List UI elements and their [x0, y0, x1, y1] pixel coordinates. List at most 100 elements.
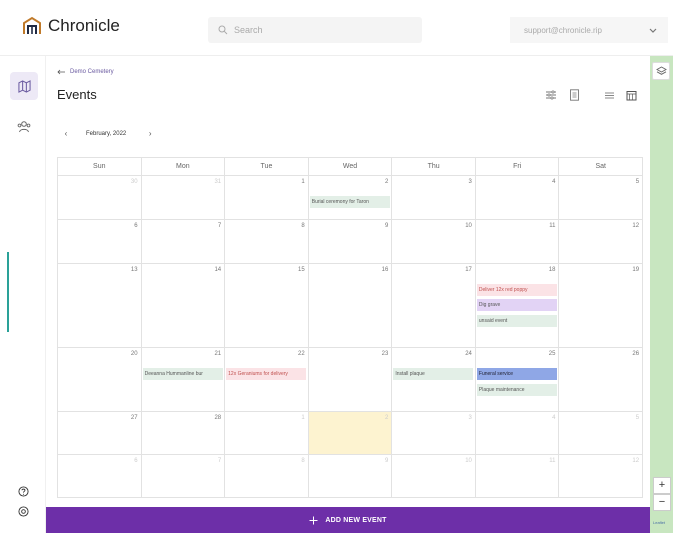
calendar-week: 13 14 15 16 17 18 Deliver 12x red poppy … — [58, 264, 642, 348]
calendar-day[interactable]: 3 — [392, 412, 476, 454]
chevron-down-icon — [649, 28, 657, 33]
calendar-day[interactable]: 28 — [142, 412, 226, 454]
event-deeanna-burial[interactable]: Deeanna Hummanline bur — [142, 368, 223, 380]
calendar-day[interactable]: 8 — [225, 220, 309, 263]
export-button[interactable] — [569, 88, 580, 106]
calendar-day[interactable]: 6 — [58, 220, 142, 263]
day-number: 18 — [548, 267, 556, 273]
map-layers-button[interactable] — [652, 62, 670, 80]
calendar-day[interactable]: 25 Funeral service Plaque maintenance — [476, 348, 560, 411]
help-button[interactable] — [18, 484, 29, 502]
calendar-day[interactable]: 12 — [559, 220, 642, 263]
map-icon — [17, 79, 31, 93]
calendar-day[interactable]: 3 — [392, 176, 476, 219]
zoom-out-button[interactable]: − — [653, 494, 671, 511]
map-panel[interactable]: + − Leaflet — [650, 56, 673, 533]
calendar-day[interactable]: 4 — [476, 176, 560, 219]
weekday-header: Wed — [309, 158, 393, 175]
calendar-day[interactable]: 7 — [142, 455, 226, 497]
weekday-header: Tue — [225, 158, 309, 175]
filter-button[interactable] — [545, 88, 557, 106]
calendar-day[interactable]: 9 — [309, 220, 393, 263]
calendar-day[interactable]: 11 — [476, 455, 560, 497]
calendar-day[interactable]: 26 — [559, 348, 642, 411]
calendar-day[interactable]: 10 — [392, 220, 476, 263]
event-deliver-poppy[interactable]: Deliver 12x red poppy — [476, 284, 557, 296]
day-number: 8 — [301, 458, 305, 464]
calendar-day[interactable]: 19 — [559, 264, 642, 347]
day-number: 20 — [130, 351, 138, 357]
day-number: 6 — [134, 223, 138, 229]
day-number: 12 — [632, 458, 640, 464]
search-box[interactable] — [208, 17, 422, 43]
user-menu[interactable]: support@chronicle.rip — [510, 17, 668, 43]
sidebar-item-people[interactable] — [10, 112, 38, 140]
calendar-day[interactable]: 8 — [225, 455, 309, 497]
calendar-day[interactable]: 21 Deeanna Hummanline bur — [142, 348, 226, 411]
list-view-button[interactable] — [604, 88, 615, 106]
add-new-event-button[interactable]: ADD NEW EVENT — [46, 507, 650, 533]
search-input[interactable] — [234, 25, 404, 35]
zoom-in-button[interactable]: + — [653, 477, 671, 494]
calendar-day[interactable]: 7 — [142, 220, 226, 263]
app-logo[interactable]: Chronicle — [22, 16, 120, 36]
calendar-view-button[interactable] — [626, 88, 637, 106]
arrow-left-icon — [57, 69, 65, 75]
calendar-day[interactable]: 22 12x Geraniums for delivery — [225, 348, 309, 411]
calendar-day[interactable]: 5 — [559, 412, 642, 454]
day-number: 8 — [301, 223, 305, 229]
day-number: 3 — [468, 415, 472, 421]
previous-month-button[interactable]: ‹ — [60, 129, 72, 138]
calendar-day-today[interactable]: 2 — [308, 412, 393, 454]
calendar-day[interactable]: 23 — [309, 348, 393, 411]
day-number: 1 — [301, 415, 305, 421]
month-label: February, 2022 — [86, 130, 127, 137]
day-number: 23 — [381, 351, 389, 357]
sidebar-item-map[interactable] — [10, 72, 38, 100]
event-funeral-service[interactable]: Funeral service — [476, 368, 557, 380]
calendar-day[interactable]: 1 — [225, 412, 309, 454]
calendar-day[interactable]: 20 — [58, 348, 142, 411]
weekday-header: Sat — [595, 163, 607, 170]
weekday-header: Mon — [142, 158, 226, 175]
calendar-day[interactable]: 2 Burial ceremony for Taron — [309, 176, 393, 219]
calendar-day[interactable]: 12 — [559, 455, 642, 497]
event-burial-ceremony[interactable]: Burial ceremony for Taron — [309, 196, 390, 208]
calendar-day[interactable]: 1 — [225, 176, 309, 219]
calendar-day[interactable]: 15 — [225, 264, 309, 347]
day-number: 31 — [214, 179, 222, 185]
event-geraniums-delivery[interactable]: 12x Geraniums for delivery — [226, 368, 307, 380]
event-dig-grave[interactable]: Dig grave — [476, 299, 557, 311]
calendar-day[interactable]: 13 — [58, 264, 142, 347]
calendar-day[interactable]: 9 — [309, 455, 393, 497]
calendar-day[interactable]: 6 — [58, 455, 142, 497]
event-install-plaque[interactable]: Install plaque — [393, 368, 474, 380]
calendar-day[interactable]: 18 Deliver 12x red poppy Dig grave unsai… — [476, 264, 560, 347]
calendar-day[interactable]: 30 — [58, 176, 142, 219]
day-number: 19 — [632, 267, 640, 273]
event-plaque-maintenance[interactable]: Plaque maintenance — [476, 384, 557, 396]
day-number: 25 — [548, 351, 556, 357]
calendar-day[interactable]: 27 — [58, 412, 142, 454]
sidebar-scroll-indicator — [7, 252, 9, 332]
breadcrumb[interactable]: Demo Cemetery — [57, 69, 114, 75]
calendar-day[interactable]: 4 — [476, 412, 560, 454]
map-attribution[interactable]: Leaflet — [653, 520, 665, 525]
calendar-day[interactable]: 24 Install plaque — [392, 348, 476, 411]
top-bar: Chronicle support@chronicle.rip — [0, 0, 673, 56]
day-number: 28 — [214, 415, 222, 421]
day-number: 4 — [552, 415, 556, 421]
next-month-button[interactable]: › — [144, 129, 156, 138]
day-number: 5 — [635, 415, 640, 421]
calendar-day[interactable]: 31 — [142, 176, 226, 219]
calendar-day[interactable]: 14 — [142, 264, 226, 347]
calendar-day[interactable]: 16 — [309, 264, 393, 347]
day-number: 13 — [130, 267, 138, 273]
calendar-week: 27 28 1 2 3 4 5 — [58, 412, 642, 455]
calendar-day[interactable]: 10 — [392, 455, 476, 497]
settings-button[interactable] — [18, 504, 29, 522]
calendar-day[interactable]: 5 — [559, 176, 642, 219]
calendar-day[interactable]: 11 — [476, 220, 560, 263]
event-unsaid[interactable]: unsaid event — [476, 315, 557, 327]
calendar-day[interactable]: 17 — [392, 264, 476, 347]
